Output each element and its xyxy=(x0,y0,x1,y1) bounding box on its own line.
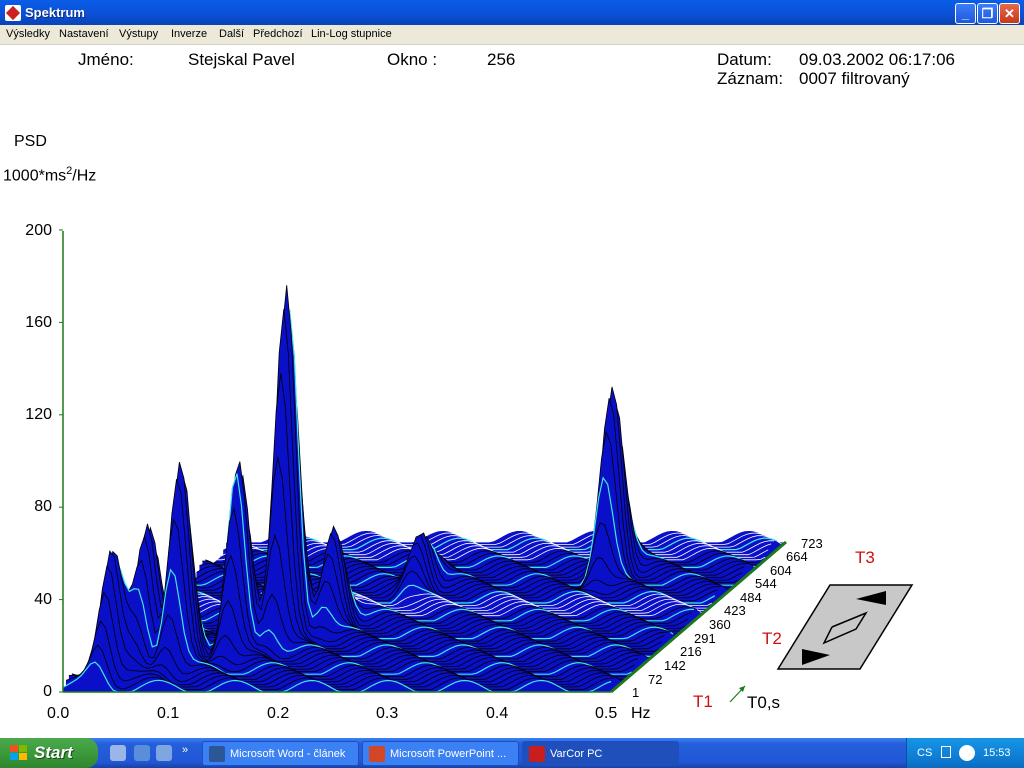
task-varcor-label: VarCor PC xyxy=(550,748,603,760)
spectrum-waterfall-chart xyxy=(59,229,914,703)
t-tick-72: 72 xyxy=(648,672,663,687)
task-powerpoint[interactable]: Microsoft PowerPoint ... xyxy=(362,741,519,766)
powerpoint-icon xyxy=(369,746,385,762)
x-tick-4: 0.4 xyxy=(486,705,509,722)
t-tick-291: 291 xyxy=(694,631,716,646)
x-tick-1: 0.1 xyxy=(157,705,180,722)
y-tick-120: 120 xyxy=(25,406,52,423)
t-tick-723: 723 xyxy=(801,536,823,551)
t-tick-664: 664 xyxy=(786,549,808,564)
expand-tray-icon[interactable] xyxy=(959,745,975,761)
quicklaunch-ie-icon[interactable] xyxy=(134,745,150,761)
marker-t1[interactable]: T1 xyxy=(693,692,713,712)
task-word[interactable]: Microsoft Word - článek xyxy=(202,741,359,766)
quicklaunch-media-icon[interactable] xyxy=(156,745,172,761)
windows-logo-icon xyxy=(10,745,28,762)
t-tick-360: 360 xyxy=(709,617,731,632)
t-tick-216: 216 xyxy=(680,644,702,659)
task-powerpoint-label: Microsoft PowerPoint ... xyxy=(390,748,507,760)
language-indicator[interactable]: CS xyxy=(917,747,932,759)
system-tray: CS 15:53 xyxy=(906,738,1024,768)
task-word-label: Microsoft Word - článek xyxy=(230,748,346,760)
t-tick-604: 604 xyxy=(770,563,792,578)
marker-t2[interactable]: T2 xyxy=(762,629,782,649)
t-axis-label: T0,s xyxy=(747,693,781,712)
x-axis-unit: Hz xyxy=(631,705,651,722)
taskbar: Start » Microsoft Word - článek Microsof… xyxy=(0,738,1024,768)
task-varcor[interactable]: VarCor PC xyxy=(522,741,679,766)
y-tick-160: 160 xyxy=(25,314,52,331)
t-navigator xyxy=(776,584,914,670)
clock: 15:53 xyxy=(983,747,1011,759)
t-tick-142: 142 xyxy=(664,658,686,673)
t-tick-544: 544 xyxy=(755,576,777,591)
navigator-panel[interactable] xyxy=(776,584,914,670)
word-icon xyxy=(209,746,225,762)
y-tick-40: 40 xyxy=(34,591,52,608)
x-tick-2: 0.2 xyxy=(267,705,290,722)
network-icon[interactable] xyxy=(941,746,951,758)
t-tick-484: 484 xyxy=(740,590,762,605)
t-tick-423: 423 xyxy=(724,603,746,618)
x-tick-0: 0.0 xyxy=(47,705,70,722)
waterfall-ridges xyxy=(62,285,786,693)
quicklaunch-desktop-icon[interactable] xyxy=(110,745,126,761)
marker-t3[interactable]: T3 xyxy=(855,548,875,568)
y-tick-80: 80 xyxy=(34,498,52,515)
x-tick-3: 0.3 xyxy=(376,705,399,722)
y-tick-200: 200 xyxy=(25,222,52,239)
start-button[interactable]: Start xyxy=(0,738,98,768)
x-tick-5: 0.5 xyxy=(595,705,618,722)
t-tick-1: 1 xyxy=(632,685,640,700)
start-label: Start xyxy=(34,743,73,762)
quicklaunch-more-icon[interactable]: » xyxy=(182,744,188,756)
varcor-icon xyxy=(529,746,545,762)
y-tick-0: 0 xyxy=(43,683,52,700)
